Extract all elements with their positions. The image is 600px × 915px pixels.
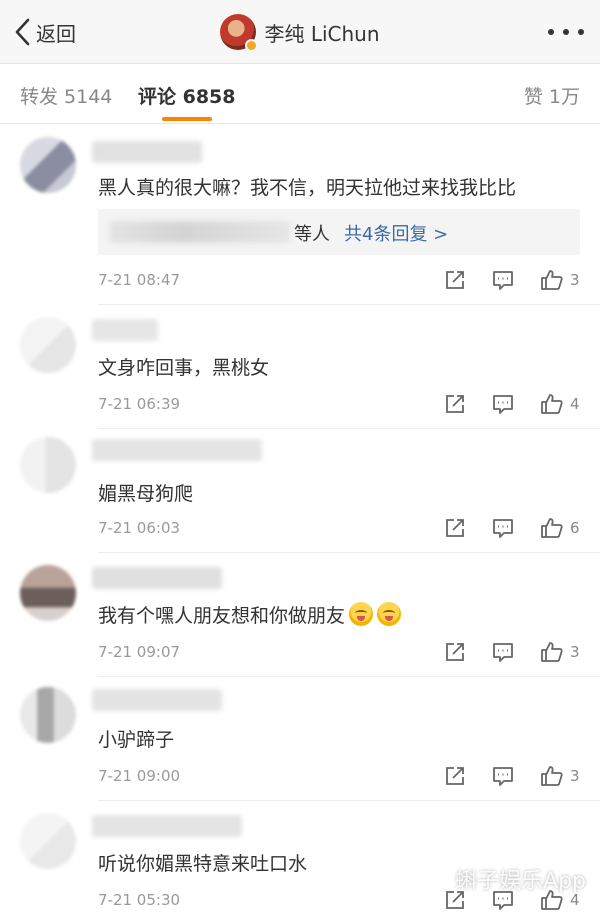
more-dot-icon bbox=[548, 29, 554, 35]
avatar[interactable] bbox=[20, 565, 76, 621]
thumbs-up-icon bbox=[541, 642, 563, 662]
comment-username[interactable] bbox=[92, 319, 158, 341]
like-button[interactable]: 3 bbox=[540, 640, 580, 664]
avatar[interactable] bbox=[20, 317, 76, 373]
like-count: 3 bbox=[570, 767, 580, 785]
comment-username[interactable] bbox=[92, 141, 202, 163]
post-tabs: 转发 5144 评论 6858 赞 1万 bbox=[0, 64, 600, 124]
tab-reposts[interactable]: 转发 5144 bbox=[20, 82, 112, 109]
share-icon bbox=[446, 271, 464, 289]
like-button[interactable]: 3 bbox=[540, 764, 580, 788]
tab-likes[interactable]: 赞 1万 bbox=[524, 82, 580, 109]
view-replies-link[interactable]: 共4条回复 > bbox=[344, 220, 448, 246]
comment-text: 听说你媚黑特意来吐口水 bbox=[98, 853, 308, 875]
avatar[interactable] bbox=[20, 137, 76, 193]
comment-item: 小驴蹄子 7-21 09:00 3 bbox=[0, 677, 600, 801]
comment-timestamp: 7-21 06:03 bbox=[98, 519, 181, 537]
watermark: 蝌子娱乐App bbox=[455, 869, 586, 894]
like-count: 3 bbox=[570, 643, 580, 661]
comment-item: 媚黑母狗爬 7-21 06:03 6 bbox=[0, 429, 600, 553]
more-dot-icon bbox=[563, 29, 569, 35]
comment-actions: 4 bbox=[444, 392, 584, 416]
comment-timestamp: 7-21 05:30 bbox=[98, 891, 181, 909]
like-count: 4 bbox=[570, 395, 580, 413]
comment-text: 文身咋回事，黑桃女 bbox=[98, 357, 270, 379]
comment-actions: 6 bbox=[444, 516, 584, 540]
share-button[interactable] bbox=[444, 516, 466, 540]
top-nav-bar: 返回 李纯 LiChun bbox=[0, 0, 600, 64]
reply-button[interactable] bbox=[492, 516, 514, 540]
comment-username[interactable] bbox=[92, 439, 262, 461]
comment-icon bbox=[493, 767, 513, 786]
laughing-emoji-icon bbox=[349, 602, 374, 626]
thumbs-up-icon bbox=[541, 518, 563, 538]
comment-timestamp: 7-21 06:39 bbox=[98, 395, 181, 413]
comment-actions: 3 bbox=[444, 764, 584, 788]
comment-item: 我有个嘿人朋友想和你做朋友 7-21 09:07 3 bbox=[0, 553, 600, 677]
verified-badge-icon bbox=[245, 39, 259, 52]
comment-text: 媚黑母狗爬 bbox=[98, 483, 194, 505]
avatar[interactable] bbox=[220, 14, 259, 52]
replies-preview[interactable]: 等人 共4条回复 > bbox=[98, 209, 580, 255]
laughing-emoji-icon bbox=[377, 602, 402, 626]
post-author[interactable]: 李纯 LiChun bbox=[0, 14, 600, 52]
comment-icon bbox=[493, 643, 513, 662]
thumbs-up-icon bbox=[541, 270, 563, 290]
share-button[interactable] bbox=[444, 640, 466, 664]
comment-icon bbox=[493, 519, 513, 538]
comment-username[interactable] bbox=[92, 689, 222, 711]
like-button[interactable]: 3 bbox=[540, 268, 580, 292]
avatar[interactable] bbox=[20, 437, 76, 493]
comment-timestamp: 7-21 09:00 bbox=[98, 767, 181, 785]
like-button[interactable]: 6 bbox=[540, 516, 580, 540]
reply-button[interactable] bbox=[492, 764, 514, 788]
share-icon bbox=[446, 767, 464, 785]
share-button[interactable] bbox=[444, 764, 466, 788]
avatar[interactable] bbox=[20, 813, 76, 869]
active-tab-indicator bbox=[162, 117, 212, 121]
share-icon bbox=[446, 519, 464, 537]
tab-comments[interactable]: 评论 6858 bbox=[138, 82, 236, 109]
like-count: 6 bbox=[570, 519, 580, 537]
reply-button[interactable] bbox=[492, 268, 514, 292]
like-count: 3 bbox=[570, 271, 580, 289]
share-icon bbox=[446, 643, 464, 661]
comment-text: 我有个嘿人朋友想和你做朋友 bbox=[98, 601, 402, 628]
comment-timestamp: 7-21 08:47 bbox=[98, 271, 181, 289]
reply-summary-label: 等人 bbox=[294, 224, 330, 245]
comment-text: 小驴蹄子 bbox=[98, 729, 175, 751]
comment-actions: 3 bbox=[444, 640, 584, 664]
comment-username[interactable] bbox=[92, 815, 242, 837]
comment-actions: 3 bbox=[444, 268, 584, 292]
author-name: 李纯 LiChun bbox=[264, 21, 380, 46]
comment-username[interactable] bbox=[92, 567, 222, 589]
comment-timestamp: 7-21 09:07 bbox=[98, 643, 181, 661]
reply-usernames bbox=[110, 221, 290, 243]
avatar[interactable] bbox=[20, 687, 76, 743]
reply-button[interactable] bbox=[492, 392, 514, 416]
comment-icon bbox=[493, 271, 513, 290]
more-options-button[interactable] bbox=[548, 22, 584, 42]
comment-text: 黑人真的很大嘛？我不信，明天拉他过来找我比比 bbox=[98, 177, 517, 199]
comment-text-body: 我有个嘿人朋友想和你做朋友 bbox=[98, 605, 346, 627]
share-button[interactable] bbox=[444, 268, 466, 292]
thumbs-up-icon bbox=[541, 394, 563, 414]
share-button[interactable] bbox=[444, 392, 466, 416]
comment-item: 文身咋回事，黑桃女 7-21 06:39 4 bbox=[0, 305, 600, 429]
share-icon bbox=[446, 395, 464, 413]
thumbs-up-icon bbox=[541, 766, 563, 786]
comment-icon bbox=[493, 395, 513, 414]
more-dot-icon bbox=[578, 29, 584, 35]
comment-item: 黑人真的很大嘛？我不信，明天拉他过来找我比比 等人 共4条回复 > 7-21 0… bbox=[0, 125, 600, 305]
comment-item: 听说你媚黑特意来吐口水 7-21 05:30 4 bbox=[0, 801, 600, 915]
reply-button[interactable] bbox=[492, 640, 514, 664]
like-button[interactable]: 4 bbox=[540, 392, 580, 416]
